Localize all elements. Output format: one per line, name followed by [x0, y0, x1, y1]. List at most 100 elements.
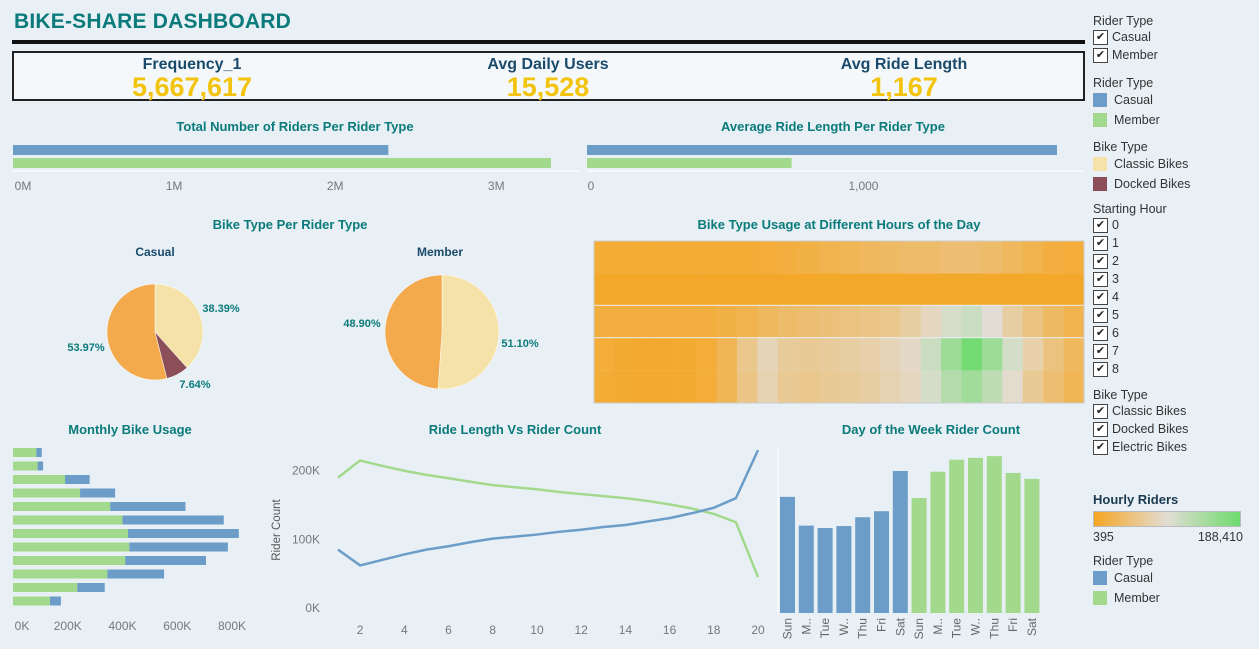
heatmap-cell: [696, 338, 717, 371]
filter-electric-bikes[interactable]: ✔ Electric Bikes: [1093, 438, 1253, 456]
monthly-bar-member: [13, 502, 111, 511]
filter-hour-3[interactable]: ✔ 3: [1093, 270, 1253, 288]
pie-slice-classic-bikes: [437, 274, 500, 390]
heatmap-cell: [614, 370, 636, 403]
dow-tick-label: Thu: [856, 618, 870, 639]
checkbox-checked-icon[interactable]: ✔: [1093, 29, 1108, 45]
legend-member[interactable]: Member: [1093, 110, 1253, 130]
dow-tick-label: Sun: [912, 618, 926, 639]
heatmap-cell: [981, 338, 1003, 371]
hour-label: 6: [1112, 326, 1119, 340]
checkbox-checked-icon[interactable]: ✔: [1093, 253, 1108, 269]
monthly-bar-member: [13, 461, 38, 471]
tick-label: 1M: [166, 179, 183, 193]
filter-hour-1[interactable]: ✔ 1: [1093, 234, 1253, 252]
x-tick-label: 12: [574, 623, 588, 637]
heatmap-cell: [634, 241, 656, 274]
heatmap-cell: [920, 338, 942, 371]
monthly-bar-member: [13, 488, 81, 498]
heatmap-cell: [1002, 305, 1024, 338]
heatmap-cell: [818, 338, 840, 371]
checkbox-checked-icon[interactable]: ✔: [1093, 421, 1108, 437]
filter-hour-7[interactable]: ✔ 7: [1093, 342, 1253, 360]
heatmap-cell: [920, 370, 942, 403]
dow-bar-member: [911, 498, 927, 613]
filter-hour-4[interactable]: ✔ 4: [1093, 288, 1253, 306]
checkbox-checked-icon[interactable]: ✔: [1093, 325, 1108, 341]
monthly-bar-member: [13, 515, 123, 525]
pie-label: 53.97%: [67, 342, 105, 354]
heatmap-cell: [675, 338, 697, 371]
heatmap-cell: [839, 370, 860, 403]
hour-label: 3: [1112, 272, 1119, 286]
heatmap-cell: [675, 241, 697, 274]
dow-bar-member: [930, 471, 946, 613]
checkbox-checked-icon[interactable]: ✔: [1093, 47, 1108, 63]
hour-label: 2: [1112, 254, 1119, 268]
hourly-riders-range: 395 188,410: [1093, 530, 1243, 544]
heatmap-cell: [655, 273, 676, 305]
heatmap-cell: [716, 370, 738, 403]
checkbox-checked-icon[interactable]: ✔: [1093, 361, 1108, 377]
filter-classic-bikes[interactable]: ✔ Classic Bikes: [1093, 402, 1253, 420]
heatmap-cell: [961, 241, 983, 274]
classic-swatch: [1093, 157, 1107, 171]
filter-member[interactable]: ✔ Member: [1093, 46, 1253, 64]
filter-hour-2[interactable]: ✔ 2: [1093, 252, 1253, 270]
dow-tick-label: Sat: [1025, 617, 1039, 636]
filter-hour-8[interactable]: ✔ 8: [1093, 360, 1253, 378]
heatmap-cell: [716, 305, 738, 338]
dow-tick-label: M..: [799, 618, 813, 635]
heatmap-cell: [757, 370, 779, 403]
legend2-casual[interactable]: Casual: [1093, 568, 1253, 588]
checkbox-checked-icon[interactable]: ✔: [1093, 343, 1108, 359]
legend2-member[interactable]: Member: [1093, 588, 1253, 608]
checkbox-checked-icon[interactable]: ✔: [1093, 217, 1108, 233]
heatmap-cell: [839, 305, 860, 338]
monthly-bar-member: [13, 583, 78, 592]
legend-docked-bikes[interactable]: Docked Bikes: [1093, 174, 1253, 194]
heatmap-cell: [594, 273, 615, 305]
monthly-bar-member: [13, 529, 128, 538]
tick-label: 400K: [108, 619, 136, 633]
heatmap-cell: [961, 370, 983, 403]
heatmap-cell: [859, 338, 881, 371]
filter-hour-5[interactable]: ✔ 5: [1093, 306, 1253, 324]
heatmap-cell: [716, 338, 738, 371]
filter-hour-0[interactable]: ✔ 0: [1093, 216, 1253, 234]
heatmap-cell: [879, 338, 901, 371]
heatmap-cell: [777, 241, 799, 274]
monthly-bar-casual: [37, 461, 44, 471]
dow-bar-casual: [798, 525, 814, 613]
filter-hour-6[interactable]: ✔ 6: [1093, 324, 1253, 342]
line-series-member: [337, 459, 760, 578]
heatmap-cell: [634, 338, 656, 371]
dow-bar-member: [968, 457, 983, 613]
hourly-riders-min: 395: [1093, 530, 1114, 544]
checkbox-checked-icon[interactable]: ✔: [1093, 403, 1108, 419]
y-tick-label: 0K: [305, 601, 320, 615]
checkbox-checked-icon[interactable]: ✔: [1093, 289, 1108, 305]
rider-type-legend2-title: Rider Type: [1093, 554, 1154, 568]
filter-casual[interactable]: ✔ Casual: [1093, 28, 1253, 46]
heatmap-cell: [1043, 305, 1064, 338]
rider-type-legend-title: Rider Type: [1093, 76, 1154, 90]
heatmap-cell: [1043, 273, 1064, 305]
legend-casual[interactable]: Casual: [1093, 90, 1253, 110]
heatmap-cell: [900, 273, 921, 305]
x-tick-label: 20: [751, 623, 765, 637]
docked-swatch: [1093, 177, 1107, 191]
heatmap-cell: [900, 241, 921, 274]
filter-docked-bikes[interactable]: ✔ Docked Bikes: [1093, 420, 1253, 438]
checkbox-checked-icon[interactable]: ✔: [1093, 439, 1108, 455]
heatmap-cell: [594, 370, 615, 403]
checkbox-checked-icon[interactable]: ✔: [1093, 235, 1108, 251]
heatmap-cell: [981, 241, 1003, 274]
heatmap-cell: [675, 370, 697, 403]
heatmap-cell: [736, 370, 758, 403]
checkbox-checked-icon[interactable]: ✔: [1093, 307, 1108, 323]
heatmap-cell: [1063, 241, 1085, 274]
legend-classic-bikes[interactable]: Classic Bikes: [1093, 154, 1253, 174]
heatmap-cell: [634, 305, 656, 338]
checkbox-checked-icon[interactable]: ✔: [1093, 271, 1108, 287]
